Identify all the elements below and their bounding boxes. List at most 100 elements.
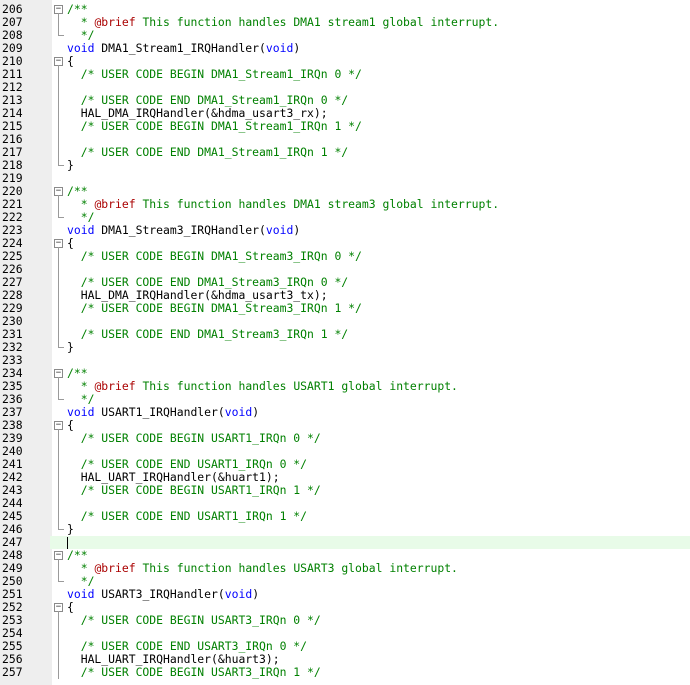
code-line[interactable]: 225 /* USER CODE BEGIN DMA1_Stream3_IRQn… xyxy=(0,250,690,263)
text-caret xyxy=(67,536,68,549)
plain-token: HAL_DMA_IRQHandler(&hdma_usart3_tx); xyxy=(67,288,328,302)
code-text[interactable]: void USART3_IRQHandler(void) xyxy=(67,588,259,601)
code-line[interactable]: 229 /* USER CODE BEGIN DMA1_Stream3_IRQn… xyxy=(0,302,690,315)
code-text[interactable]: /* USER CODE BEGIN DMA1_Stream1_IRQn 0 *… xyxy=(67,68,362,81)
code-line[interactable]: 243 /* USER CODE BEGIN USART1_IRQn 1 */ xyxy=(0,484,690,497)
code-text[interactable]: /* USER CODE BEGIN DMA1_Stream3_IRQn 1 *… xyxy=(67,302,362,315)
plain-token: HAL_DMA_IRQHandler(&hdma_usart3_rx); xyxy=(67,106,328,120)
code-line[interactable]: 251 void USART3_IRQHandler(void) xyxy=(0,588,690,601)
code-line[interactable]: 221 * @brief This function handles DMA1 … xyxy=(0,198,690,211)
fold-toggle-icon[interactable]: − xyxy=(52,419,66,432)
comment-token: * xyxy=(67,197,95,211)
fold-guide xyxy=(52,159,66,172)
fold-toggle-icon[interactable]: − xyxy=(52,237,66,250)
code-line[interactable]: 253 /* USER CODE BEGIN USART3_IRQn 0 */ xyxy=(0,614,690,627)
plain-token: { xyxy=(67,54,74,68)
code-text[interactable]: /* USER CODE END DMA1_Stream3_IRQn 1 */ xyxy=(67,328,348,341)
plain-token: } xyxy=(67,340,74,354)
code-text[interactable]: void DMA1_Stream1_IRQHandler(void) xyxy=(67,42,300,55)
code-text[interactable]: /* USER CODE BEGIN USART1_IRQn 0 */ xyxy=(67,432,321,445)
fold-toggle-icon[interactable]: − xyxy=(52,55,66,68)
keyword-token: void xyxy=(224,587,253,601)
code-text[interactable]: } xyxy=(67,523,74,536)
fold-guide xyxy=(52,146,66,159)
code-line[interactable]: 247 xyxy=(0,536,690,549)
plain-token: HAL_UART_IRQHandler(&huart3); xyxy=(67,652,280,666)
fold-toggle-icon[interactable]: − xyxy=(52,601,66,614)
keyword-token: void xyxy=(67,41,95,55)
comment-token: /* USER CODE BEGIN USART1_IRQn 0 */ xyxy=(67,431,321,445)
plain-token: { xyxy=(67,600,74,614)
comment-token: /* USER CODE BEGIN DMA1_Stream1_IRQn 0 *… xyxy=(67,67,362,81)
comment-token: /* USER CODE END USART1_IRQn 1 */ xyxy=(67,509,308,523)
code-line[interactable]: 233 xyxy=(0,354,690,367)
fold-toggle-icon[interactable]: − xyxy=(52,185,66,198)
comment-token: This function handles DMA1 stream1 globa… xyxy=(135,15,500,29)
comment-token: /** xyxy=(67,366,88,380)
code-text[interactable]: /* USER CODE END USART1_IRQn 1 */ xyxy=(67,510,307,523)
code-text[interactable]: void DMA1_Stream3_IRQHandler(void) xyxy=(67,224,300,237)
code-line[interactable]: 235 * @brief This function handles USART… xyxy=(0,380,690,393)
fold-guide xyxy=(52,172,66,185)
fold-guide xyxy=(52,380,66,393)
doc-token: @brief xyxy=(94,379,136,393)
fold-toggle-icon[interactable]: − xyxy=(52,3,66,16)
plain-token: { xyxy=(67,418,74,432)
fold-guide xyxy=(52,120,66,133)
plain-token: { xyxy=(67,236,74,250)
comment-token: */ xyxy=(67,392,95,406)
code-line[interactable]: 232} xyxy=(0,341,690,354)
code-line[interactable]: 246} xyxy=(0,523,690,536)
plain-token: USART1_IRQHandler( xyxy=(94,405,225,419)
code-line[interactable]: 218} xyxy=(0,159,690,172)
code-line[interactable]: 245 /* USER CODE END USART1_IRQn 1 */ xyxy=(0,510,690,523)
code-line[interactable]: 215 /* USER CODE BEGIN DMA1_Stream1_IRQn… xyxy=(0,120,690,133)
comment-token: This function handles USART3 global inte… xyxy=(135,561,458,575)
code-text[interactable]: } xyxy=(67,341,74,354)
fold-guide xyxy=(52,666,66,679)
comment-token: /* USER CODE BEGIN USART1_IRQn 1 */ xyxy=(67,483,321,497)
code-text[interactable]: /* USER CODE END DMA1_Stream1_IRQn 1 */ xyxy=(67,146,348,159)
comment-token: /* USER CODE END USART3_IRQn 0 */ xyxy=(67,639,308,653)
code-text[interactable]: /* USER CODE BEGIN USART3_IRQn 1 */ xyxy=(67,666,321,679)
code-text[interactable]: void USART1_IRQHandler(void) xyxy=(67,406,259,419)
plain-token: } xyxy=(67,522,74,536)
code-editor[interactable]: 206−/** 207 * @brief This function handle… xyxy=(0,0,690,685)
code-text[interactable]: /* USER CODE BEGIN DMA1_Stream1_IRQn 1 *… xyxy=(67,120,362,133)
code-text[interactable]: * @brief This function handles DMA1 stre… xyxy=(67,16,499,29)
code-line[interactable]: 223 void DMA1_Stream3_IRQHandler(void) xyxy=(0,224,690,237)
code-line[interactable]: 207 * @brief This function handles DMA1 … xyxy=(0,16,690,29)
code-text[interactable]: /* USER CODE BEGIN USART3_IRQn 0 */ xyxy=(67,614,321,627)
code-text[interactable]: * @brief This function handles USART3 gl… xyxy=(67,562,458,575)
doc-token: @brief xyxy=(94,561,136,575)
fold-guide xyxy=(52,523,66,536)
code-text[interactable]: * @brief This function handles DMA1 stre… xyxy=(67,198,499,211)
code-line[interactable]: 219 xyxy=(0,172,690,185)
fold-guide xyxy=(52,536,66,549)
code-line[interactable]: 231 /* USER CODE END DMA1_Stream3_IRQn 1… xyxy=(0,328,690,341)
code-line[interactable]: 209 void DMA1_Stream1_IRQHandler(void) xyxy=(0,42,690,55)
code-line[interactable]: 249 * @brief This function handles USART… xyxy=(0,562,690,575)
code-line[interactable]: 237 void USART1_IRQHandler(void) xyxy=(0,406,690,419)
fold-guide xyxy=(52,302,66,315)
comment-token: /* USER CODE BEGIN USART3_IRQn 0 */ xyxy=(67,613,321,627)
code-line[interactable]: 211 /* USER CODE BEGIN DMA1_Stream1_IRQn… xyxy=(0,68,690,81)
fold-toggle-icon[interactable]: − xyxy=(52,549,66,562)
fold-guide xyxy=(52,627,66,640)
fold-guide xyxy=(52,614,66,627)
comment-token: /* USER CODE BEGIN USART3_IRQn 1 */ xyxy=(67,665,321,679)
fold-guide xyxy=(52,107,66,120)
code-text[interactable]: /* USER CODE BEGIN USART1_IRQn 1 */ xyxy=(67,484,321,497)
code-line[interactable]: 257 /* USER CODE BEGIN USART3_IRQn 1 */ xyxy=(0,666,690,679)
code-text[interactable]: * @brief This function handles USART1 gl… xyxy=(67,380,458,393)
comment-token: * xyxy=(67,561,95,575)
fold-guide xyxy=(52,354,66,367)
code-line[interactable]: 217 /* USER CODE END DMA1_Stream1_IRQn 1… xyxy=(0,146,690,159)
code-text[interactable]: } xyxy=(67,159,74,172)
fold-toggle-icon[interactable]: − xyxy=(52,367,66,380)
keyword-token: void xyxy=(265,223,294,237)
code-line[interactable]: 239 /* USER CODE BEGIN USART1_IRQn 0 */ xyxy=(0,432,690,445)
fold-guide xyxy=(52,653,66,666)
comment-token: /* USER CODE BEGIN DMA1_Stream3_IRQn 1 *… xyxy=(67,301,362,315)
code-text[interactable]: /* USER CODE BEGIN DMA1_Stream3_IRQn 0 *… xyxy=(67,250,362,263)
